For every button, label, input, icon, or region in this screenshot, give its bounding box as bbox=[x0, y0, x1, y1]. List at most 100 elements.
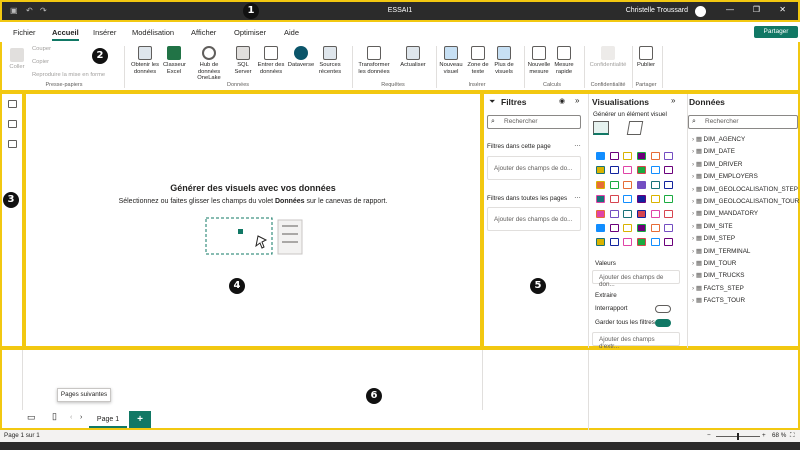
visual-type-icon[interactable] bbox=[664, 180, 674, 189]
mobile-layout-icon[interactable]: ▯ bbox=[52, 411, 57, 422]
visual-type-icon[interactable] bbox=[623, 209, 633, 218]
get-data-button[interactable]: Obtenir les données bbox=[128, 46, 162, 75]
text-box-button[interactable]: Zone de texte bbox=[465, 46, 491, 75]
visual-type-icon[interactable] bbox=[637, 195, 647, 204]
visual-type-icon[interactable] bbox=[609, 209, 619, 218]
report-canvas[interactable]: Générer des visuels avec vos données Sél… bbox=[24, 92, 482, 348]
collapse-visualisations-icon[interactable]: » bbox=[671, 96, 675, 105]
publish-button[interactable]: Publier bbox=[634, 46, 658, 69]
eye-icon[interactable]: ◉ bbox=[559, 97, 565, 105]
visual-type-icon[interactable] bbox=[664, 195, 674, 204]
field-item[interactable]: DIM_GEOLOCALISATION_TOUR bbox=[692, 198, 800, 205]
visual-type-icon[interactable] bbox=[623, 195, 633, 204]
visual-type-icon[interactable] bbox=[609, 238, 619, 247]
recent-sources-button[interactable]: Sources récentes bbox=[316, 46, 344, 75]
excel-button[interactable]: Classeur Excel bbox=[163, 46, 186, 75]
field-item[interactable]: FACTS_TOUR bbox=[692, 297, 746, 304]
fit-page-icon[interactable]: ⛶ bbox=[790, 432, 794, 440]
field-item[interactable]: DIM_DATE bbox=[692, 148, 735, 155]
visual-type-icon[interactable] bbox=[596, 238, 606, 247]
close-icon[interactable]: ✕ bbox=[779, 5, 786, 14]
minimize-icon[interactable]: — bbox=[726, 5, 734, 14]
field-item[interactable]: DIM_TRUCKS bbox=[692, 272, 745, 279]
visual-type-icon[interactable] bbox=[637, 166, 647, 175]
new-visual-button[interactable]: Nouveau visuel bbox=[438, 46, 464, 75]
more-icon[interactable]: … bbox=[574, 141, 581, 148]
build-visual-icon[interactable] bbox=[593, 121, 609, 135]
visual-type-icon[interactable] bbox=[596, 166, 606, 175]
visual-type-icon[interactable] bbox=[623, 223, 633, 232]
visual-type-icon[interactable] bbox=[637, 180, 647, 189]
share-button[interactable]: Partager bbox=[754, 26, 798, 38]
report-view-icon[interactable] bbox=[8, 100, 17, 108]
prev-page-icon[interactable]: ‹ bbox=[70, 414, 72, 421]
enter-data-button[interactable]: Entrer des données bbox=[256, 46, 286, 75]
visual-type-icon[interactable] bbox=[596, 209, 606, 218]
quick-measure-button[interactable]: Mesure rapide bbox=[552, 46, 576, 75]
model-view-icon[interactable] bbox=[8, 140, 17, 148]
field-item[interactable]: DIM_TOUR bbox=[692, 260, 737, 267]
new-measure-button[interactable]: Nouvelle mesure bbox=[526, 46, 552, 75]
visual-type-icon[interactable] bbox=[650, 180, 660, 189]
visual-type-icon[interactable] bbox=[664, 223, 674, 232]
table-view-icon[interactable] bbox=[8, 120, 17, 128]
tab-optimiser[interactable]: Optimiser bbox=[234, 28, 266, 37]
tab-inserer[interactable]: Insérer bbox=[93, 28, 116, 37]
field-item[interactable]: FACTS_STEP bbox=[692, 285, 744, 292]
field-item[interactable]: DIM_STEP bbox=[692, 235, 736, 242]
paste-button[interactable]: Coller bbox=[6, 48, 28, 71]
avatar[interactable] bbox=[695, 6, 706, 17]
visual-type-icon[interactable] bbox=[650, 209, 660, 218]
format-visual-icon[interactable] bbox=[626, 121, 644, 135]
onelake-hub-button[interactable]: Hub de données OneLake bbox=[188, 46, 230, 82]
transform-data-button[interactable]: Transformer les données bbox=[356, 46, 392, 75]
field-item[interactable]: DIM_EMPLOYERS bbox=[692, 173, 758, 180]
visual-type-icon[interactable] bbox=[650, 166, 660, 175]
field-item[interactable]: DIM_SITE bbox=[692, 223, 733, 230]
format-painter-button[interactable]: Reproduire la mise en forme bbox=[32, 72, 105, 78]
visual-type-icon[interactable] bbox=[650, 195, 660, 204]
confidentiality-button[interactable]: Confidentialité bbox=[587, 46, 629, 69]
visual-type-icon[interactable] bbox=[637, 152, 647, 160]
drillthrough-dropzone[interactable]: Ajouter des champs d'extr... bbox=[592, 332, 680, 350]
visual-type-icon[interactable] bbox=[609, 180, 619, 189]
visual-type-icon[interactable] bbox=[650, 152, 660, 160]
desktop-layout-icon[interactable]: ▭ bbox=[27, 412, 36, 423]
add-page-button[interactable]: + bbox=[129, 411, 151, 428]
visual-type-icon[interactable] bbox=[596, 180, 606, 189]
visual-type-icon[interactable] bbox=[609, 195, 619, 204]
zoom-out-icon[interactable]: − bbox=[707, 432, 711, 439]
visual-type-icon[interactable] bbox=[637, 223, 647, 232]
visual-type-icon[interactable] bbox=[609, 166, 619, 175]
visual-type-icon[interactable] bbox=[623, 166, 633, 175]
visual-type-icon[interactable] bbox=[623, 152, 633, 160]
data-search-input[interactable]: Rechercher bbox=[688, 115, 798, 129]
visual-type-icon[interactable] bbox=[650, 223, 660, 232]
visual-type-icon[interactable] bbox=[596, 152, 606, 160]
visual-type-icon[interactable] bbox=[664, 238, 674, 247]
filters-search-input[interactable]: Rechercher bbox=[487, 115, 581, 129]
cut-button[interactable]: Couper bbox=[32, 46, 51, 52]
tab-accueil[interactable]: Accueil bbox=[52, 28, 79, 41]
tab-aide[interactable]: Aide bbox=[284, 28, 299, 37]
visual-type-icon[interactable] bbox=[637, 209, 647, 218]
keep-filters-toggle[interactable] bbox=[655, 319, 671, 327]
tab-fichier[interactable]: Fichier bbox=[13, 28, 36, 37]
values-dropzone[interactable]: Ajouter des champs de don... bbox=[592, 270, 680, 288]
field-item[interactable]: DIM_TERMINAL bbox=[692, 248, 751, 255]
filters-all-dropzone[interactable]: Ajouter des champs de do... bbox=[487, 207, 581, 231]
visual-type-icon[interactable] bbox=[596, 223, 606, 232]
zoom-slider-thumb[interactable] bbox=[737, 433, 739, 440]
visual-type-icon[interactable] bbox=[650, 238, 660, 247]
restore-icon[interactable]: ❐ bbox=[753, 5, 760, 14]
visual-type-icon[interactable] bbox=[664, 209, 674, 218]
next-page-icon[interactable]: › bbox=[80, 414, 82, 421]
visual-type-icon[interactable] bbox=[609, 223, 619, 232]
zoom-in-icon[interactable]: + bbox=[762, 432, 766, 439]
dataverse-button[interactable]: Dataverse bbox=[287, 46, 315, 69]
page-tab[interactable]: Page 1 bbox=[89, 412, 127, 428]
more-visuals-button[interactable]: Plus de visuels bbox=[491, 46, 517, 75]
user-name[interactable]: Christelle Troussard bbox=[626, 7, 688, 14]
collapse-filters-icon[interactable]: » bbox=[575, 96, 579, 105]
visual-type-icon[interactable] bbox=[664, 166, 674, 175]
